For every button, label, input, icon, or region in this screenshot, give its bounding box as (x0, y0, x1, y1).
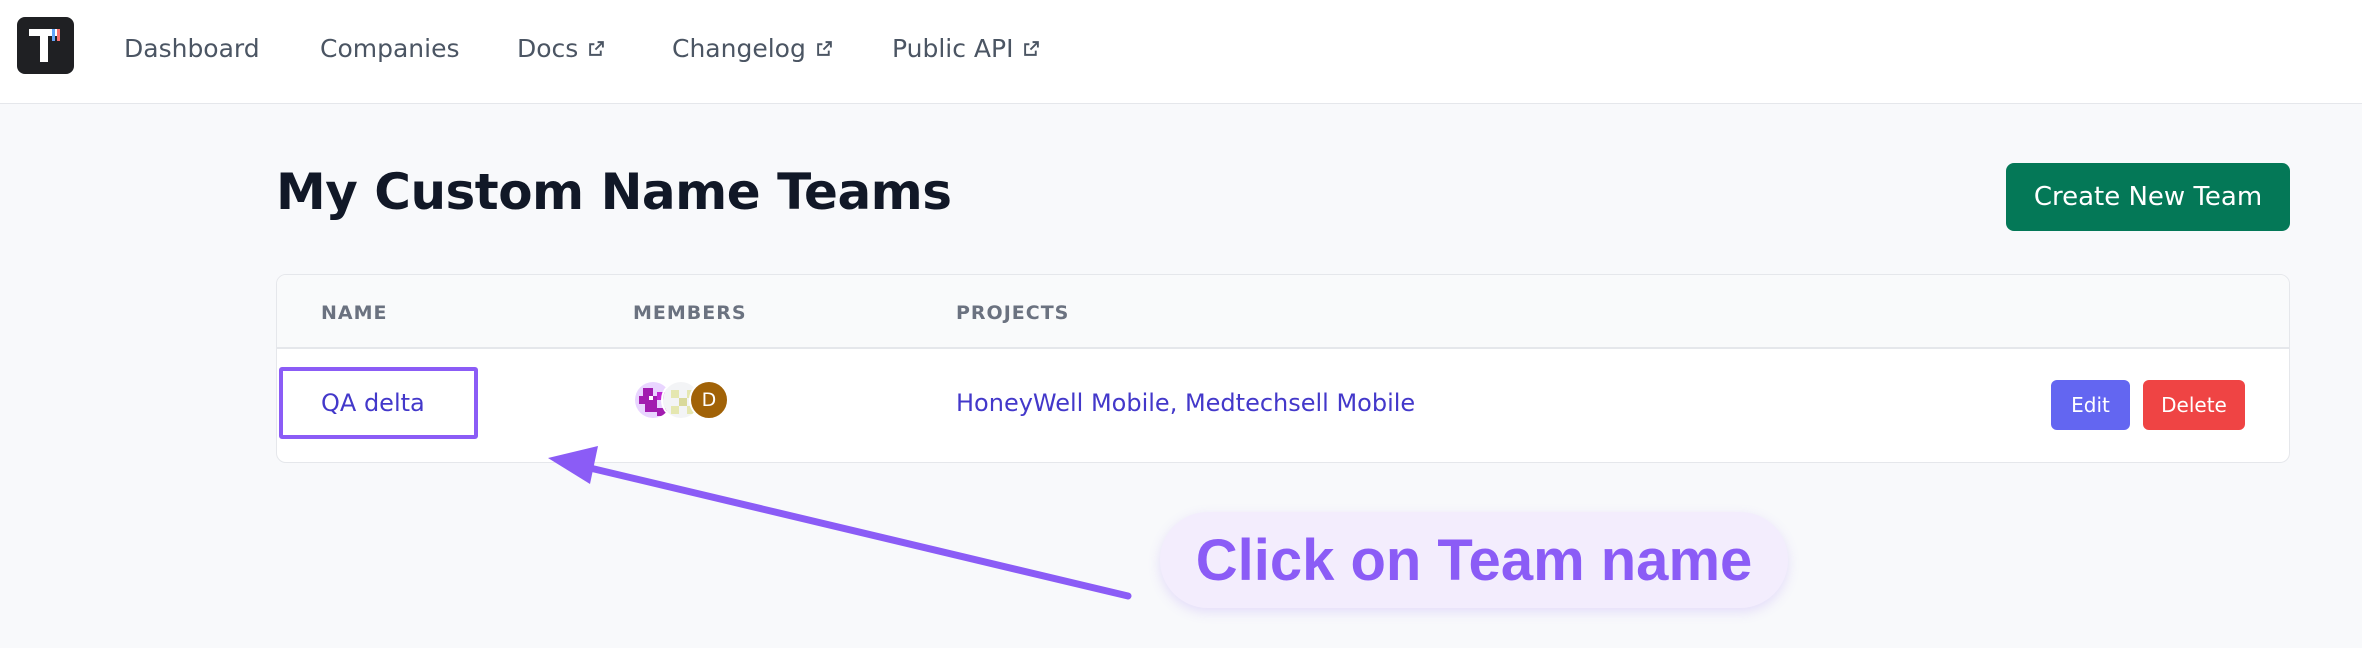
nav-docs-label: Docs (517, 33, 579, 63)
nav-companies-label: Companies (320, 33, 460, 63)
member-avatars[interactable]: D (633, 380, 753, 422)
external-link-icon (1024, 40, 1040, 56)
nav-changelog-label: Changelog (672, 33, 806, 63)
column-header-members: MEMBERS (633, 302, 747, 324)
nav-docs[interactable]: Docs (517, 30, 605, 66)
team-name-link[interactable]: QA delta (321, 389, 425, 417)
column-header-projects: PROJECTS (956, 302, 1070, 324)
annotation-callout: Click on Team name (1160, 512, 1788, 608)
column-header-name: NAME (321, 302, 388, 324)
table-header: NAME MEMBERS PROJECTS (277, 275, 2289, 349)
edit-button[interactable]: Edit (2051, 380, 2130, 430)
nav-changelog[interactable]: Changelog (672, 30, 833, 66)
avatar[interactable]: D (689, 380, 729, 420)
callout-text: Click on Team name (1195, 527, 1753, 593)
nav-dashboard-label: Dashboard (124, 33, 260, 63)
external-link-icon (589, 40, 605, 56)
nav-dashboard[interactable]: Dashboard (124, 30, 260, 66)
delete-button[interactable]: Delete (2143, 380, 2245, 430)
nav-companies[interactable]: Companies (320, 30, 460, 66)
projects-link[interactable]: HoneyWell Mobile, Medtechsell Mobile (956, 389, 1415, 417)
app-logo[interactable] (17, 17, 74, 74)
top-navbar: Dashboard Companies Docs Changelog Publi… (0, 0, 2362, 104)
nav-public-api[interactable]: Public API (892, 30, 1040, 66)
avatar-initial: D (701, 389, 717, 411)
logo-icon (29, 29, 60, 62)
teams-table: NAME MEMBERS PROJECTS QA delta D HoneyWe… (276, 274, 2290, 463)
nav-public-api-label: Public API (892, 33, 1014, 63)
create-new-team-button[interactable]: Create New Team (2006, 163, 2290, 231)
page-title: My Custom Name Teams (276, 163, 952, 221)
external-link-icon (816, 40, 832, 56)
